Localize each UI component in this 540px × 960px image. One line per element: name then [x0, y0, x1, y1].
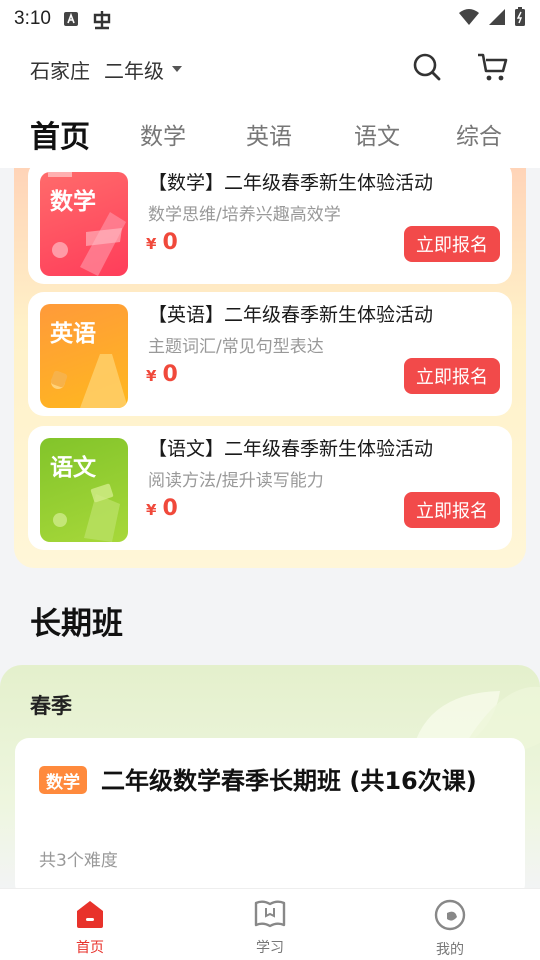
- season-label: 春季: [30, 694, 72, 718]
- activity-title: 【英语】二年级春季新生体验活动: [148, 304, 434, 326]
- home-icon: [74, 899, 106, 933]
- section-title-long-class: 长期班: [30, 606, 123, 642]
- chinese-thumbnail: 语文: [40, 438, 128, 542]
- activity-subtitle: 阅读方法/提升读写能力: [148, 471, 324, 491]
- nav-study[interactable]: 学习: [180, 889, 360, 960]
- register-button[interactable]: 立即报名: [404, 358, 500, 394]
- course-description: 共3个难度: [39, 851, 118, 871]
- signal-icon: [488, 8, 506, 30]
- trial-activity-panel: 数学 【数学】二年级春季新生体验活动 数学思维/培养兴趣高效学 ¥0 立即报名 …: [14, 160, 526, 568]
- activity-price: ¥0: [146, 362, 178, 387]
- course-card[interactable]: 二年级数学春季长期班 (共16次课) 数学 共3个难度: [15, 738, 525, 898]
- activity-card-chinese[interactable]: 语文 【语文】二年级春季新生体验活动 阅读方法/提升读写能力 ¥0 立即报名: [28, 426, 512, 550]
- tab-general[interactable]: 综合: [456, 117, 502, 151]
- top-header: 石家庄 二年级: [0, 38, 540, 100]
- bottom-nav: 首页 学习 我的: [0, 888, 540, 960]
- tab-english[interactable]: 英语: [246, 117, 292, 151]
- tab-math[interactable]: 数学: [140, 117, 186, 151]
- course-title: 二年级数学春季长期班 (共16次课): [101, 767, 477, 795]
- cart-icon[interactable]: [476, 51, 510, 87]
- grade-selector[interactable]: 二年级: [104, 55, 182, 84]
- notification-app-icon: [91, 8, 113, 30]
- activity-subtitle: 数学思维/培养兴趣高效学: [148, 205, 341, 225]
- status-bar: 3:10: [0, 0, 540, 38]
- activity-card-math[interactable]: 数学 【数学】二年级春季新生体验活动 数学思维/培养兴趣高效学 ¥0 立即报名: [28, 160, 512, 284]
- nav-profile-label: 我的: [436, 942, 464, 958]
- register-button[interactable]: 立即报名: [404, 226, 500, 262]
- register-button[interactable]: 立即报名: [404, 492, 500, 528]
- book-icon: [253, 899, 287, 933]
- tab-chinese[interactable]: 语文: [354, 117, 400, 151]
- activity-price: ¥0: [146, 230, 178, 255]
- notification-a-icon: [63, 11, 79, 27]
- subject-tabs: 首页 数学 英语 语文 综合: [0, 100, 540, 168]
- profile-icon: [433, 899, 467, 935]
- activity-title: 【语文】二年级春季新生体验活动: [148, 438, 434, 460]
- activity-card-english[interactable]: 英语 【英语】二年级春季新生体验活动 主题词汇/常见句型表达 ¥0 立即报名: [28, 292, 512, 416]
- math-thumbnail: 数学: [40, 172, 128, 276]
- nav-home[interactable]: 首页: [0, 889, 180, 960]
- activity-subtitle: 主题词汇/常见句型表达: [148, 337, 324, 357]
- activity-title: 【数学】二年级春季新生体验活动: [148, 172, 434, 194]
- nav-home-label: 首页: [76, 940, 104, 956]
- nav-profile[interactable]: 我的: [360, 889, 540, 960]
- city-selector[interactable]: 石家庄: [30, 55, 90, 84]
- search-icon[interactable]: [412, 52, 442, 86]
- caret-down-icon: [172, 66, 182, 72]
- english-thumbnail: 英语: [40, 304, 128, 408]
- wifi-icon: [458, 8, 480, 30]
- nav-study-label: 学习: [256, 940, 284, 956]
- activity-price: ¥0: [146, 496, 178, 521]
- tab-home[interactable]: 首页: [30, 112, 90, 156]
- subject-tag: 数学: [39, 766, 87, 794]
- battery-icon: [514, 7, 526, 31]
- grade-label: 二年级: [104, 58, 164, 83]
- status-time: 3:10: [14, 8, 51, 29]
